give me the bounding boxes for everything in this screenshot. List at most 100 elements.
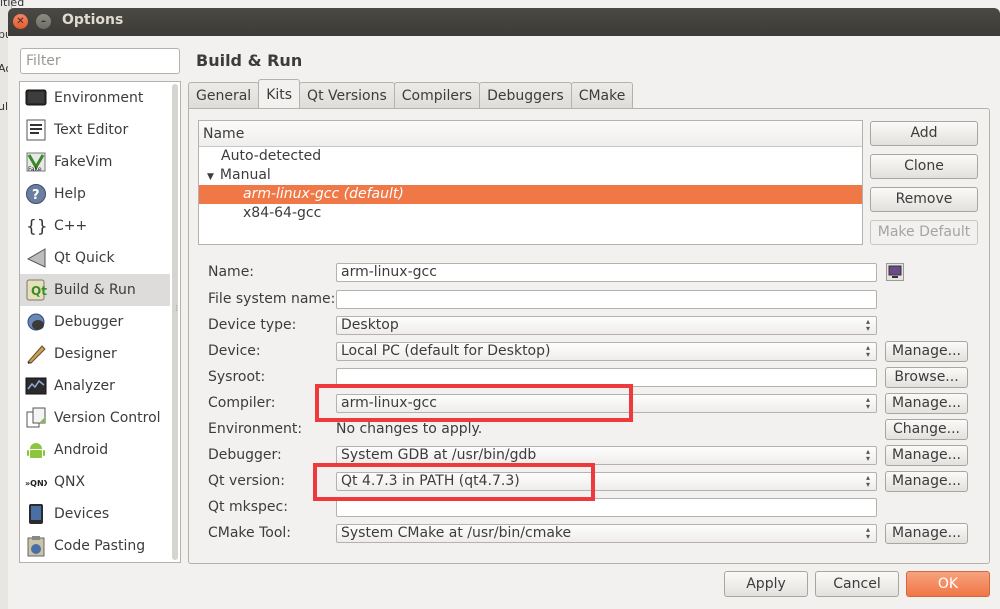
tree-item-auto-detected[interactable]: Auto-detected [199, 147, 862, 166]
device-type-label: Device type: [208, 317, 297, 333]
tab-debuggers[interactable]: Debuggers [479, 82, 572, 109]
sidebar-item-label: C++ [54, 218, 88, 234]
monitor-icon [25, 87, 47, 109]
name-label: Name: [208, 264, 255, 280]
device-type-combo[interactable]: Desktop ▴ ▾ [336, 316, 877, 335]
tab-qt-versions[interactable]: Qt Versions [299, 82, 395, 109]
sidebar-item-label: Code Pasting [54, 538, 146, 554]
manage-debugger-button[interactable]: Manage... [885, 445, 968, 466]
close-icon: ✕ [16, 16, 25, 27]
code-pasting-icon [25, 535, 47, 557]
cancel-button[interactable]: Cancel [815, 571, 899, 597]
kit-item-selected[interactable]: arm-linux-gcc (default) [199, 185, 862, 204]
sidebar-item-label: Devices [54, 506, 110, 522]
sidebar-item-version-control[interactable]: Version Control [20, 402, 170, 434]
sidebar-item-devices[interactable]: Devices [20, 498, 170, 530]
sidebar-item-qt-quick[interactable]: Qt Quick [20, 242, 170, 274]
apply-button[interactable]: Apply [724, 571, 808, 597]
browse-button[interactable]: Browse... [885, 367, 968, 388]
designer-icon [25, 343, 47, 365]
qt-quick-icon [25, 247, 47, 269]
sidebar-item-analyzer[interactable]: Analyzer [20, 370, 170, 402]
cmake-tool-combo[interactable]: System CMake at /usr/bin/cmake ▴ ▾ [336, 524, 877, 543]
device-icon [25, 503, 47, 525]
sidebar-item-help[interactable]: ? Help [20, 178, 170, 210]
svg-text:?: ? [32, 188, 40, 203]
sidebar-item-label: Qt Quick [54, 250, 115, 266]
filter-input[interactable] [20, 48, 180, 74]
manage-cmake-button[interactable]: Manage... [885, 523, 968, 544]
tab-cmake[interactable]: CMake [570, 82, 634, 109]
svg-text:{}: {} [26, 217, 47, 237]
kit-item[interactable]: x84-64-gcc [199, 204, 862, 223]
manage-device-button[interactable]: Manage... [885, 341, 968, 362]
sidebar-item-text-editor[interactable]: Text Editor [20, 114, 170, 146]
tree-item-manual[interactable]: ▼ Manual [199, 166, 862, 185]
scrollbar-thumb[interactable] [172, 84, 178, 560]
tab-kits[interactable]: Kits [258, 79, 301, 108]
device-icon-button[interactable] [886, 263, 904, 281]
environment-label: Environment: [208, 421, 303, 437]
compiler-label: Compiler: [208, 395, 276, 411]
category-list: Environment Text Editor Fake FakeVim ? H… [19, 81, 181, 563]
sidebar-item-build-run[interactable]: Qt Build & Run [20, 274, 170, 306]
clone-button[interactable]: Clone [870, 154, 978, 179]
combo-value: Desktop [341, 317, 399, 333]
sidebar-item-android[interactable]: Android [20, 434, 170, 466]
minimize-icon: – [41, 16, 46, 27]
title-bar: ✕ – Options [8, 8, 1000, 36]
background-text: itled [0, 0, 60, 6]
minimize-window-button[interactable]: – [36, 14, 51, 29]
sidebar-item-code-pasting[interactable]: Code Pasting [20, 530, 170, 562]
file-system-name-field[interactable] [336, 290, 877, 309]
braces-icon: {} [25, 215, 47, 237]
background-text: ul [0, 100, 9, 113]
svg-text:»QNX: »QNX [25, 479, 47, 488]
column-header: Name [199, 121, 862, 147]
manage-compiler-button[interactable]: Manage... [885, 393, 968, 414]
remove-button[interactable]: Remove [870, 187, 978, 212]
category-scrollbar[interactable]: ⋮ [172, 84, 180, 560]
make-default-button[interactable]: Make Default [870, 220, 978, 245]
sidebar-item-label: QNX [54, 474, 86, 490]
ok-button[interactable]: OK [906, 571, 990, 597]
sidebar-item-cpp[interactable]: {} C++ [20, 210, 170, 242]
debugger-label: Debugger: [208, 447, 282, 463]
sidebar-item-designer[interactable]: Designer [20, 338, 170, 370]
qt-version-label: Qt version: [208, 473, 285, 489]
monitor-icon [888, 265, 902, 278]
svg-text:Qt: Qt [31, 284, 47, 298]
svg-text:Fake: Fake [28, 166, 42, 173]
tab-compilers[interactable]: Compilers [393, 82, 481, 109]
text-document-icon [25, 119, 47, 141]
device-combo[interactable]: Local PC (default for Desktop) ▴ ▾ [336, 342, 877, 361]
spinner-arrows-icon: ▴ ▾ [865, 343, 870, 359]
sidebar-item-qnx[interactable]: »QNX QNX [20, 466, 170, 498]
tab-bar: General Kits Qt Versions Compilers Debug… [188, 79, 634, 109]
manage-qt-version-button[interactable]: Manage... [885, 471, 968, 492]
sidebar-item-label: Designer [54, 346, 117, 362]
spinner-arrows-icon: ▴ ▾ [865, 447, 870, 463]
tab-general[interactable]: General [188, 82, 260, 109]
tree-item-label: Manual [219, 167, 271, 183]
sidebar-item-debugger[interactable]: Debugger [20, 306, 170, 338]
sidebar-item-label: Text Editor [54, 122, 129, 138]
change-environment-button[interactable]: Change... [885, 419, 968, 440]
qt-version-highlight-box [313, 463, 595, 501]
expand-arrow-icon[interactable]: ▼ [207, 172, 214, 182]
sidebar-item-fakevim[interactable]: Fake FakeVim [20, 146, 170, 178]
sidebar-item-label: Version Control [54, 410, 161, 426]
help-icon: ? [25, 183, 47, 205]
sidebar-item-environment[interactable]: Environment [20, 82, 170, 114]
name-field[interactable]: arm-linux-gcc [336, 263, 877, 282]
combo-value: Local PC (default for Desktop) [341, 343, 551, 359]
combo-value: System CMake at /usr/bin/cmake [341, 525, 572, 541]
analyzer-icon [25, 375, 47, 397]
add-button[interactable]: Add [870, 121, 978, 146]
qnx-icon: »QNX [25, 471, 47, 493]
android-icon [25, 439, 47, 461]
close-window-button[interactable]: ✕ [13, 14, 28, 29]
combo-value: System GDB at /usr/bin/gdb [341, 447, 537, 463]
sidebar-item-label: Environment [54, 90, 144, 106]
kits-tree: Name Auto-detected ▼ Manual arm-linux-gcc… [198, 120, 863, 245]
